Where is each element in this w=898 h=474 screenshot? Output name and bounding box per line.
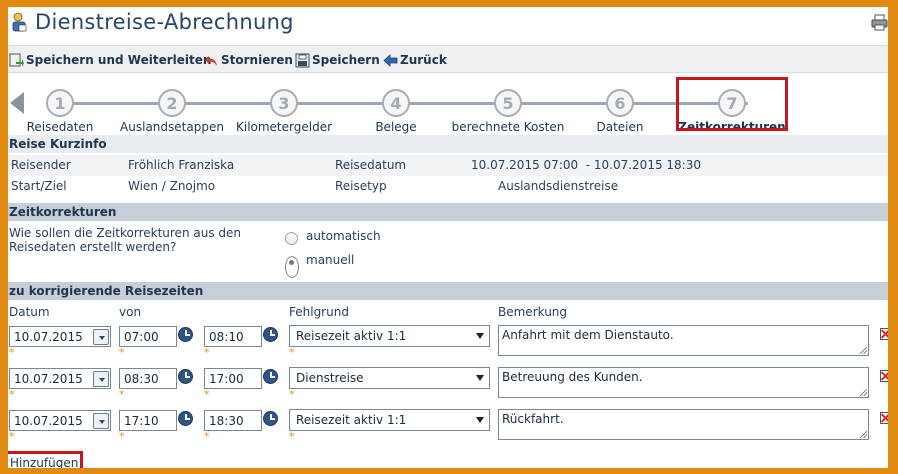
step-1-circle[interactable]: 1	[46, 89, 74, 117]
save-label: Speichern	[312, 53, 380, 67]
fehlgrund-value: Reisezeit aktiv 1:1	[296, 413, 407, 427]
save-and-forward-label: Speichern und Weiterleiten	[26, 53, 212, 67]
radio-automatisch[interactable]	[285, 232, 298, 245]
required-marker: *	[9, 430, 15, 443]
fehlgrund-value: Reisezeit aktiv 1:1	[296, 329, 407, 343]
reisedatum-value: 10.07.2015 07:00 - 10.07.2015 18:30	[471, 158, 701, 172]
radio-automatisch-label[interactable]: automatisch	[306, 229, 381, 243]
radio-manuell[interactable]	[285, 256, 299, 278]
title-bar: Dienstreise-Abrechnung	[8, 7, 888, 41]
required-marker: *	[119, 388, 125, 401]
column-header-fehlgrund: Fehlgrund	[289, 305, 349, 319]
step-5-circle[interactable]: 5	[494, 89, 522, 117]
delete-row-icon[interactable]	[880, 328, 888, 340]
add-row-link[interactable]: Hinzufügen	[8, 451, 84, 468]
zeitkorrekturen-question: Wie sollen die Zeitkorrekturen aus den R…	[9, 226, 241, 254]
bis-time-input[interactable]: 18:30	[204, 410, 262, 431]
delete-row-icon[interactable]	[880, 412, 888, 424]
page-title: Dienstreise-Abrechnung	[35, 10, 294, 34]
column-header-datum: Datum	[9, 305, 50, 319]
column-header-von: von	[119, 305, 142, 319]
startziel-value: Wien / Znojmo	[128, 179, 216, 193]
step-2-circle[interactable]: 2	[158, 89, 186, 117]
chevron-down-icon	[476, 417, 484, 423]
reisetyp-value: Auslandsdienstreise	[498, 179, 619, 193]
step-6-circle[interactable]: 6	[606, 89, 634, 117]
undo-icon	[205, 55, 217, 66]
save-forward-icon	[9, 53, 24, 67]
clock-icon[interactable]	[178, 369, 193, 384]
section-header-reisezeiten: zu korrigierende Reisezeiten	[8, 282, 888, 300]
back-label: Zurück	[400, 53, 447, 67]
chevron-down-icon	[476, 375, 484, 381]
app-window: Dienstreise-Abrechnung Speichern und Wei…	[8, 7, 888, 468]
save-and-forward-button[interactable]: Speichern und Weiterleiten	[9, 51, 211, 69]
required-marker: *	[119, 430, 125, 443]
section-header-zeitkorrekturen: Zeitkorrekturen	[8, 203, 888, 221]
reisetyp-label: Reisetyp	[335, 179, 387, 193]
travel-expense-app-icon	[12, 12, 27, 32]
reisender-label: Reisender	[11, 158, 71, 172]
action-toolbar: Speichern und Weiterleiten Stornieren Sp…	[8, 45, 888, 73]
info-row-2: Start/Ziel Wien / Znojmo Reisetyp Auslan…	[8, 176, 888, 197]
required-marker: *	[204, 430, 210, 443]
radio-manuell-label[interactable]: manuell	[306, 253, 354, 267]
reisender-value: Fröhlich Franziska	[128, 158, 235, 172]
step-3-circle[interactable]: 3	[270, 89, 298, 117]
save-button[interactable]: Speichern	[295, 51, 380, 69]
von-time-input[interactable]: 08:30	[119, 368, 177, 389]
bemerkung-textarea[interactable]: Anfahrt mit dem Dienstauto.	[498, 325, 869, 356]
calendar-icon[interactable]	[93, 329, 109, 345]
clock-icon[interactable]	[178, 411, 193, 426]
print-icon[interactable]	[871, 14, 888, 31]
required-marker: *	[289, 430, 295, 443]
clock-icon[interactable]	[263, 411, 278, 426]
fehlgrund-select[interactable]: Dienstreise	[289, 367, 490, 389]
required-marker: *	[9, 388, 15, 401]
cancel-button[interactable]: Stornieren	[204, 51, 293, 69]
info-row-1: Reisender Fröhlich Franziska Reisedatum …	[8, 155, 888, 176]
bis-time-input[interactable]: 08:10	[204, 326, 262, 347]
bis-time-input[interactable]: 17:00	[204, 368, 262, 389]
von-time-input[interactable]: 17:10	[119, 410, 177, 431]
chevron-down-icon	[476, 333, 484, 339]
column-header-bemerkung: Bemerkung	[498, 305, 568, 319]
required-marker: *	[204, 388, 210, 401]
calendar-icon[interactable]	[93, 371, 109, 387]
section-header-kurzinfo: Reise Kurzinfo	[8, 135, 888, 153]
clock-icon[interactable]	[263, 327, 278, 342]
fehlgrund-value: Dienstreise	[296, 371, 364, 385]
required-marker: *	[289, 346, 295, 359]
required-marker: *	[9, 346, 15, 359]
back-button[interactable]: Zurück	[383, 51, 447, 69]
von-time-input[interactable]: 07:00	[119, 326, 177, 347]
required-marker: *	[119, 346, 125, 359]
cancel-label: Stornieren	[221, 53, 293, 67]
step-4-circle[interactable]: 4	[382, 89, 410, 117]
startziel-label: Start/Ziel	[11, 179, 67, 193]
clock-icon[interactable]	[178, 327, 193, 342]
delete-row-icon[interactable]	[880, 370, 888, 382]
calendar-icon[interactable]	[93, 413, 109, 429]
required-marker: *	[204, 346, 210, 359]
clock-icon[interactable]	[263, 369, 278, 384]
fehlgrund-select[interactable]: Reisezeit aktiv 1:1	[289, 409, 490, 431]
required-marker: *	[289, 388, 295, 401]
bemerkung-textarea[interactable]: Betreuung des Kunden.	[498, 367, 869, 398]
fehlgrund-select[interactable]: Reisezeit aktiv 1:1	[289, 325, 490, 347]
reisedatum-label: Reisedatum	[335, 158, 407, 172]
current-step-highlight	[676, 77, 788, 131]
arrow-back-icon	[383, 53, 398, 67]
floppy-disk-icon	[295, 53, 310, 67]
bemerkung-textarea[interactable]: Rückfahrt.	[498, 409, 869, 440]
previous-step-arrow-icon[interactable]	[10, 92, 24, 114]
